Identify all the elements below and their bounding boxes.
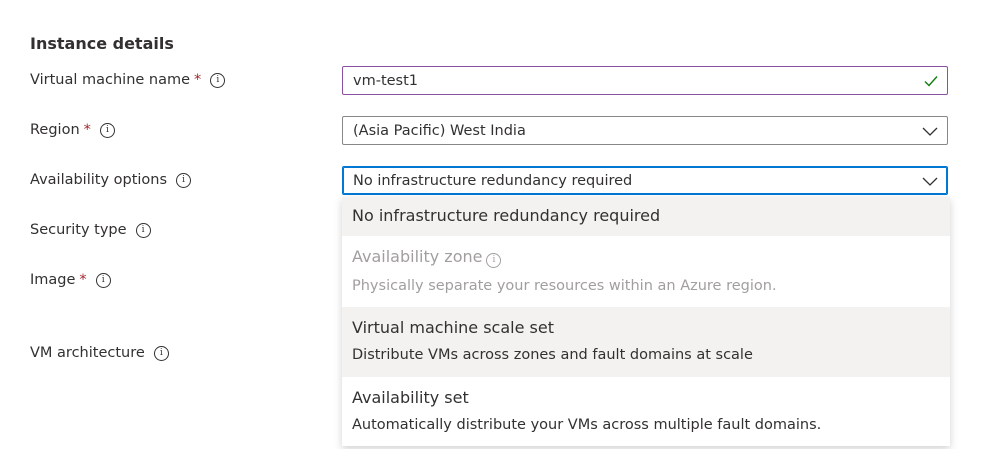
option-description: Physically separate your resources withi…: [352, 278, 777, 294]
option-description: Automatically distribute your VMs across…: [352, 417, 822, 433]
chevron-down-icon: [921, 123, 939, 143]
info-icon: i: [486, 253, 502, 268]
option-title: No infrastructure redundancy required: [352, 206, 661, 225]
vm-name-input[interactable]: vm-test1: [342, 66, 948, 95]
option-title: Availability zone i: [352, 247, 950, 268]
required-marker: *: [194, 72, 202, 88]
vm-name-value: vm-test1: [353, 72, 419, 89]
checkmark-icon: [923, 73, 939, 93]
info-icon[interactable]: i: [210, 72, 226, 88]
security-label-row: Security type i: [30, 222, 151, 238]
option-vm-scale-set[interactable]: Virtual machine scale set Distribute VMs…: [342, 307, 950, 377]
info-icon[interactable]: i: [99, 122, 115, 138]
option-title-text: Availability zone: [352, 247, 483, 266]
required-marker: *: [83, 122, 91, 138]
info-icon[interactable]: i: [135, 222, 151, 238]
region-label-row: Region * i: [30, 122, 115, 138]
availability-dropdown-list: No infrastructure redundancy required Av…: [342, 197, 950, 446]
option-description: Distribute VMs across zones and fault do…: [352, 347, 753, 363]
image-label: Image: [30, 272, 76, 288]
architecture-label-row: VM architecture i: [30, 345, 169, 361]
option-no-redundancy[interactable]: No infrastructure redundancy required: [342, 197, 950, 236]
required-marker: *: [79, 272, 87, 288]
chevron-down-icon: [921, 173, 939, 193]
region-select[interactable]: (Asia Pacific) West India: [342, 116, 948, 145]
security-label: Security type: [30, 222, 127, 238]
region-value: (Asia Pacific) West India: [353, 122, 526, 139]
info-icon[interactable]: i: [95, 272, 111, 288]
availability-select[interactable]: No infrastructure redundancy required: [342, 166, 948, 195]
architecture-label: VM architecture: [30, 345, 145, 361]
vm-name-label-row: Virtual machine name * i: [30, 72, 226, 88]
availability-label-row: Availability options i: [30, 172, 192, 188]
image-label-row: Image * i: [30, 272, 111, 288]
info-icon[interactable]: i: [153, 345, 169, 361]
option-availability-zone: Availability zone i Physically separate y…: [342, 236, 950, 307]
info-icon[interactable]: i: [176, 172, 192, 188]
availability-label: Availability options: [30, 172, 168, 188]
option-availability-set[interactable]: Availability set Automatically distribut…: [342, 377, 950, 446]
availability-value: No infrastructure redundancy required: [353, 172, 633, 189]
option-title: Availability set: [352, 388, 469, 407]
section-title: Instance details: [30, 34, 174, 53]
option-title: Virtual machine scale set: [352, 318, 554, 337]
vm-name-label: Virtual machine name: [30, 72, 191, 88]
region-label: Region: [30, 122, 80, 138]
